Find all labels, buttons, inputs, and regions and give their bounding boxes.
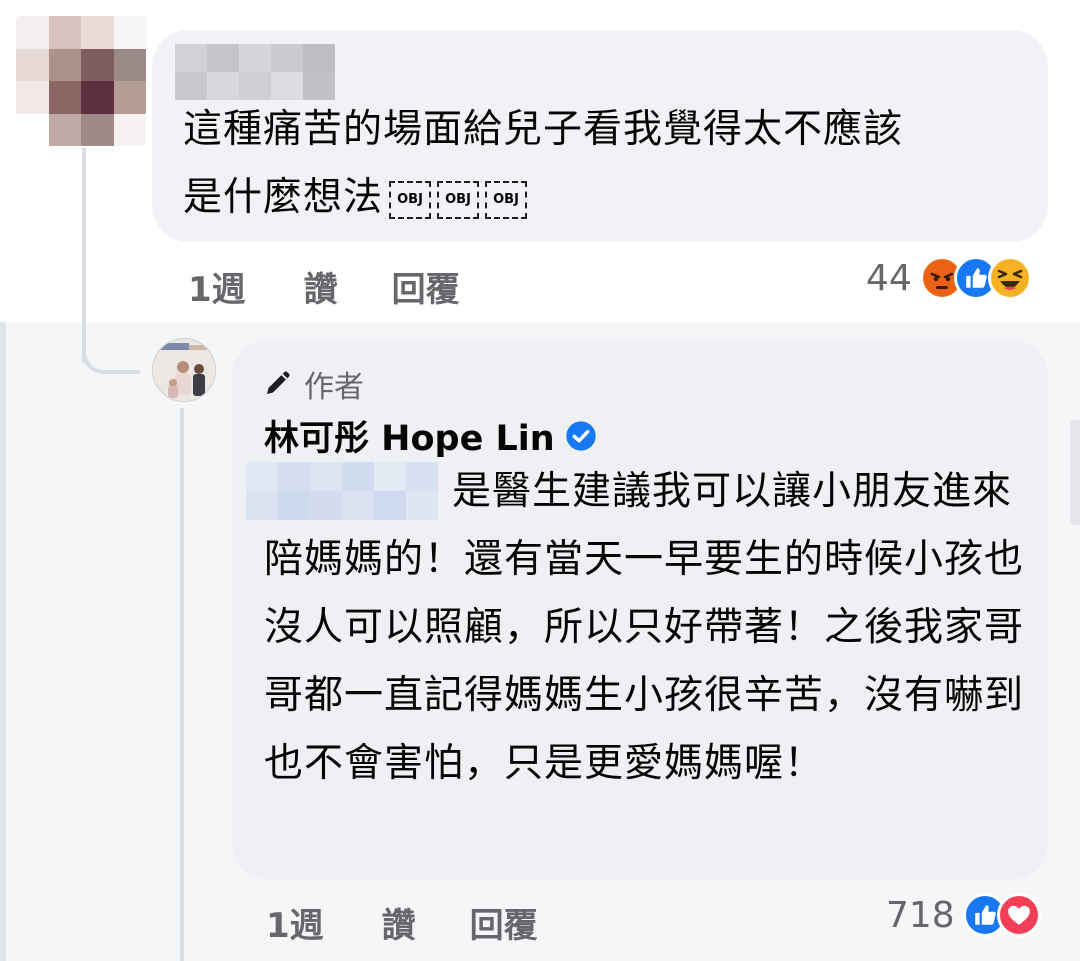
comment-text-line: 這種痛苦的場面給兒子看我覺得太不應該: [183, 107, 904, 152]
reply-thread-line: [180, 408, 184, 961]
comment-text: 這種痛苦的場面給兒子看我覺得太不應該 是什麼想法 OBJ OBJ OBJ: [183, 96, 1023, 232]
like-button[interactable]: 讚: [382, 898, 416, 947]
comment-text-line: 是什麼想法 OBJ OBJ OBJ: [183, 164, 1023, 232]
reply-button[interactable]: 回覆: [470, 898, 538, 947]
reaction-count: 718: [886, 894, 955, 936]
reply-text-body: 是醫生建議我可以讓小朋友進來陪媽媽的！還有當天一早要生的時候小孩也沒人可以照顧，…: [264, 469, 1025, 786]
timestamp-link[interactable]: 1週: [188, 262, 246, 311]
haha-icon: [987, 256, 1032, 300]
reply-highlight-stripe: [0, 322, 6, 961]
reaction-count: 44: [866, 257, 912, 299]
avatar[interactable]: [16, 16, 146, 146]
reply-text: 是醫生建議我可以讓小朋友進來陪媽媽的！還有當天一早要生的時候小孩也沒人可以照顧，…: [264, 458, 1024, 798]
comment-actions: 1週 讚 回覆: [188, 262, 460, 311]
commenter-name-redacted[interactable]: [175, 44, 335, 100]
thread-connector: [82, 330, 140, 374]
unsupported-glyph-icon: OBJ: [389, 180, 432, 219]
verified-badge-icon: [566, 420, 596, 451]
author-badge-label: 作者: [304, 370, 364, 405]
pencil-icon: [267, 371, 290, 394]
author-badge: 作者: [262, 362, 364, 406]
reply-actions: 1週 讚 回覆: [266, 898, 538, 947]
timestamp-link[interactable]: 1週: [266, 898, 324, 947]
unsupported-glyph-icon: OBJ: [485, 180, 528, 219]
scrollbar[interactable]: [1070, 420, 1080, 525]
author-name-link[interactable]: 林可彤 Hope Lin: [264, 410, 597, 461]
like-button[interactable]: 讚: [304, 262, 338, 311]
author-name[interactable]: 林可彤 Hope Lin: [264, 410, 555, 461]
reaction-summary[interactable]: 44: [866, 256, 1032, 300]
author-avatar[interactable]: [152, 338, 216, 402]
reaction-summary[interactable]: 718: [886, 893, 1041, 937]
love-icon: [996, 893, 1041, 937]
unsupported-glyph-icon: OBJ: [437, 180, 480, 219]
reply-button[interactable]: 回覆: [392, 262, 460, 311]
